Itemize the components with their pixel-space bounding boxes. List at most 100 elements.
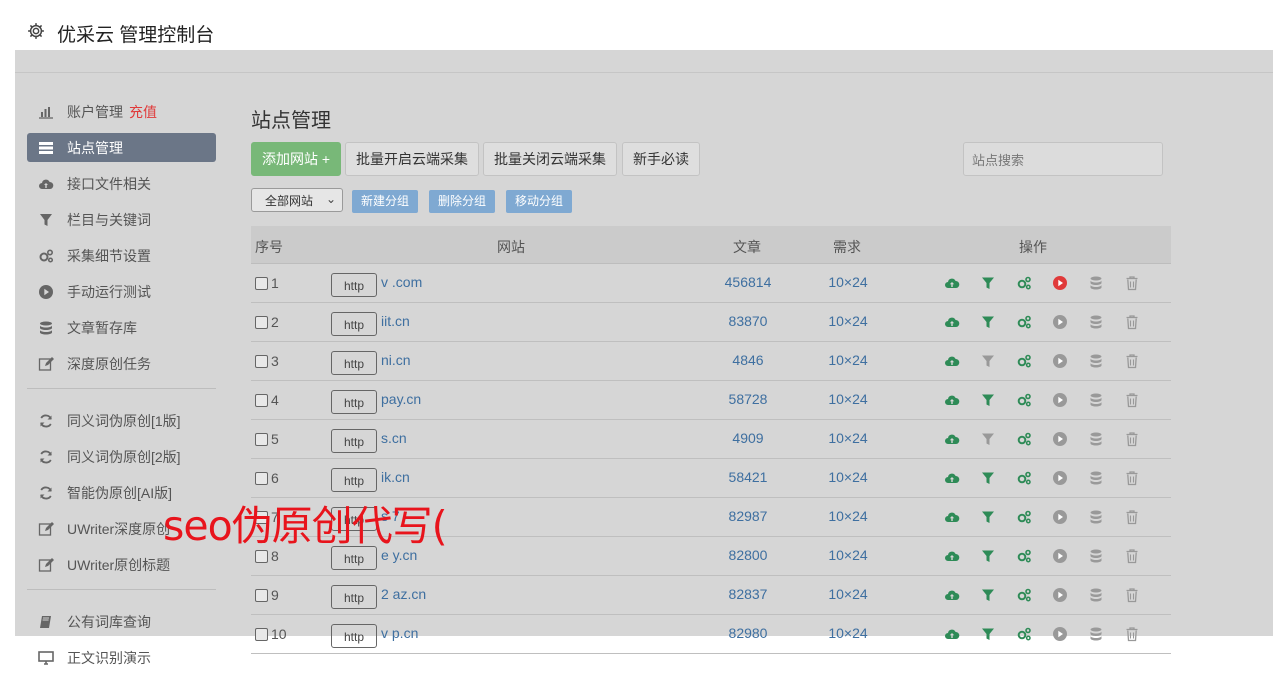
new-group-button[interactable]: 新建分组	[352, 190, 419, 213]
demand-link[interactable]: 10×24	[811, 430, 885, 446]
filter-icon[interactable]	[970, 430, 1006, 448]
trash-icon[interactable]	[1114, 352, 1150, 370]
site-domain-link[interactable]: ik.cn	[381, 469, 410, 485]
database-icon[interactable]	[1078, 430, 1114, 448]
article-count-link[interactable]: 82980	[698, 625, 798, 641]
site-domain-link[interactable]: pay.cn	[381, 391, 421, 407]
gears-icon[interactable]	[1006, 430, 1042, 448]
move-group-button[interactable]: 移动分组	[506, 190, 573, 213]
trash-icon[interactable]	[1114, 391, 1150, 409]
database-icon[interactable]	[1078, 508, 1114, 526]
sidebar-item[interactable]: 同义词伪原创[1版]	[27, 406, 216, 435]
demand-link[interactable]: 10×24	[811, 469, 885, 485]
recharge-link[interactable]: 充值	[129, 102, 157, 122]
database-icon[interactable]	[1078, 274, 1114, 292]
trash-icon[interactable]	[1114, 625, 1150, 643]
filter-icon[interactable]	[970, 352, 1006, 370]
filter-icon[interactable]	[970, 313, 1006, 331]
demand-link[interactable]: 10×24	[811, 508, 885, 524]
gears-icon[interactable]	[1006, 391, 1042, 409]
sidebar-item[interactable]: 接口文件相关	[27, 169, 216, 198]
group-select[interactable]: 全部网站 ⌄	[251, 188, 343, 212]
trash-icon[interactable]	[1114, 430, 1150, 448]
sidebar-item[interactable]: 正文识别演示	[27, 643, 216, 672]
gears-icon[interactable]	[1006, 274, 1042, 292]
site-domain-link[interactable]: v .com	[381, 274, 422, 290]
row-checkbox[interactable]	[255, 588, 268, 602]
gears-icon[interactable]	[1006, 586, 1042, 604]
play-circle-icon[interactable]	[1042, 313, 1078, 331]
guide-button[interactable]: 新手必读	[622, 142, 700, 176]
filter-icon[interactable]	[970, 625, 1006, 643]
filter-icon[interactable]	[970, 508, 1006, 526]
play-circle-icon[interactable]	[1042, 625, 1078, 643]
play-circle-icon[interactable]	[1042, 469, 1078, 487]
enable-cloud-button[interactable]: 批量开启云端采集	[345, 142, 479, 176]
sidebar-item[interactable]: 手动运行测试	[27, 277, 216, 306]
delete-group-button[interactable]: 删除分组	[429, 190, 496, 213]
filter-icon[interactable]	[970, 586, 1006, 604]
cloud-upload-icon[interactable]	[934, 586, 970, 604]
database-icon[interactable]	[1078, 586, 1114, 604]
article-count-link[interactable]: 82800	[698, 547, 798, 563]
site-domain-link[interactable]: s.cn	[381, 430, 407, 446]
demand-link[interactable]: 10×24	[811, 391, 885, 407]
play-circle-icon[interactable]	[1042, 391, 1078, 409]
database-icon[interactable]	[1078, 313, 1114, 331]
demand-link[interactable]: 10×24	[811, 547, 885, 563]
database-icon[interactable]	[1078, 391, 1114, 409]
filter-icon[interactable]	[970, 391, 1006, 409]
site-domain-link[interactable]: iit.cn	[381, 313, 410, 329]
gears-icon[interactable]	[1006, 625, 1042, 643]
cloud-upload-icon[interactable]	[934, 313, 970, 331]
gears-icon[interactable]	[1006, 352, 1042, 370]
gears-icon[interactable]	[1006, 469, 1042, 487]
play-circle-icon[interactable]	[1042, 430, 1078, 448]
database-icon[interactable]	[1078, 352, 1114, 370]
sidebar-item[interactable]: 采集细节设置	[27, 241, 216, 270]
cloud-upload-icon[interactable]	[934, 352, 970, 370]
sidebar-item[interactable]: UWriter原创标题	[27, 550, 216, 579]
article-count-link[interactable]: 58728	[698, 391, 798, 407]
sidebar-item[interactable]: 深度原创任务	[27, 349, 216, 378]
cloud-upload-icon[interactable]	[934, 547, 970, 565]
trash-icon[interactable]	[1114, 586, 1150, 604]
demand-link[interactable]: 10×24	[811, 625, 885, 641]
cloud-upload-icon[interactable]	[934, 391, 970, 409]
sidebar-item[interactable]: 公有词库查询	[27, 607, 216, 636]
row-checkbox[interactable]	[255, 276, 268, 290]
row-checkbox[interactable]	[255, 432, 268, 446]
trash-icon[interactable]	[1114, 313, 1150, 331]
article-count-link[interactable]: 82987	[698, 508, 798, 524]
trash-icon[interactable]	[1114, 469, 1150, 487]
gears-icon[interactable]	[1006, 547, 1042, 565]
site-domain-link[interactable]: 2 az.cn	[381, 586, 426, 602]
play-circle-icon[interactable]	[1042, 274, 1078, 292]
row-checkbox[interactable]	[255, 315, 268, 329]
sidebar-item[interactable]: 账户管理 充值	[27, 97, 216, 126]
site-search-input[interactable]: 站点搜索	[963, 142, 1163, 176]
disable-cloud-button[interactable]: 批量关闭云端采集	[483, 142, 617, 176]
play-circle-icon[interactable]	[1042, 508, 1078, 526]
article-count-link[interactable]: 4846	[698, 352, 798, 368]
demand-link[interactable]: 10×24	[811, 352, 885, 368]
play-circle-icon[interactable]	[1042, 586, 1078, 604]
play-circle-icon[interactable]	[1042, 547, 1078, 565]
demand-link[interactable]: 10×24	[811, 313, 885, 329]
cloud-upload-icon[interactable]	[934, 625, 970, 643]
article-count-link[interactable]: 82837	[698, 586, 798, 602]
demand-link[interactable]: 10×24	[811, 586, 885, 602]
row-checkbox[interactable]	[255, 393, 268, 407]
article-count-link[interactable]: 4909	[698, 430, 798, 446]
article-count-link[interactable]: 58421	[698, 469, 798, 485]
database-icon[interactable]	[1078, 469, 1114, 487]
cloud-upload-icon[interactable]	[934, 274, 970, 292]
database-icon[interactable]	[1078, 625, 1114, 643]
play-circle-icon[interactable]	[1042, 352, 1078, 370]
sidebar-item[interactable]: 站点管理	[27, 133, 216, 162]
filter-icon[interactable]	[970, 469, 1006, 487]
site-domain-link[interactable]: v p.cn	[381, 625, 418, 641]
trash-icon[interactable]	[1114, 274, 1150, 292]
trash-icon[interactable]	[1114, 508, 1150, 526]
demand-link[interactable]: 10×24	[811, 274, 885, 290]
